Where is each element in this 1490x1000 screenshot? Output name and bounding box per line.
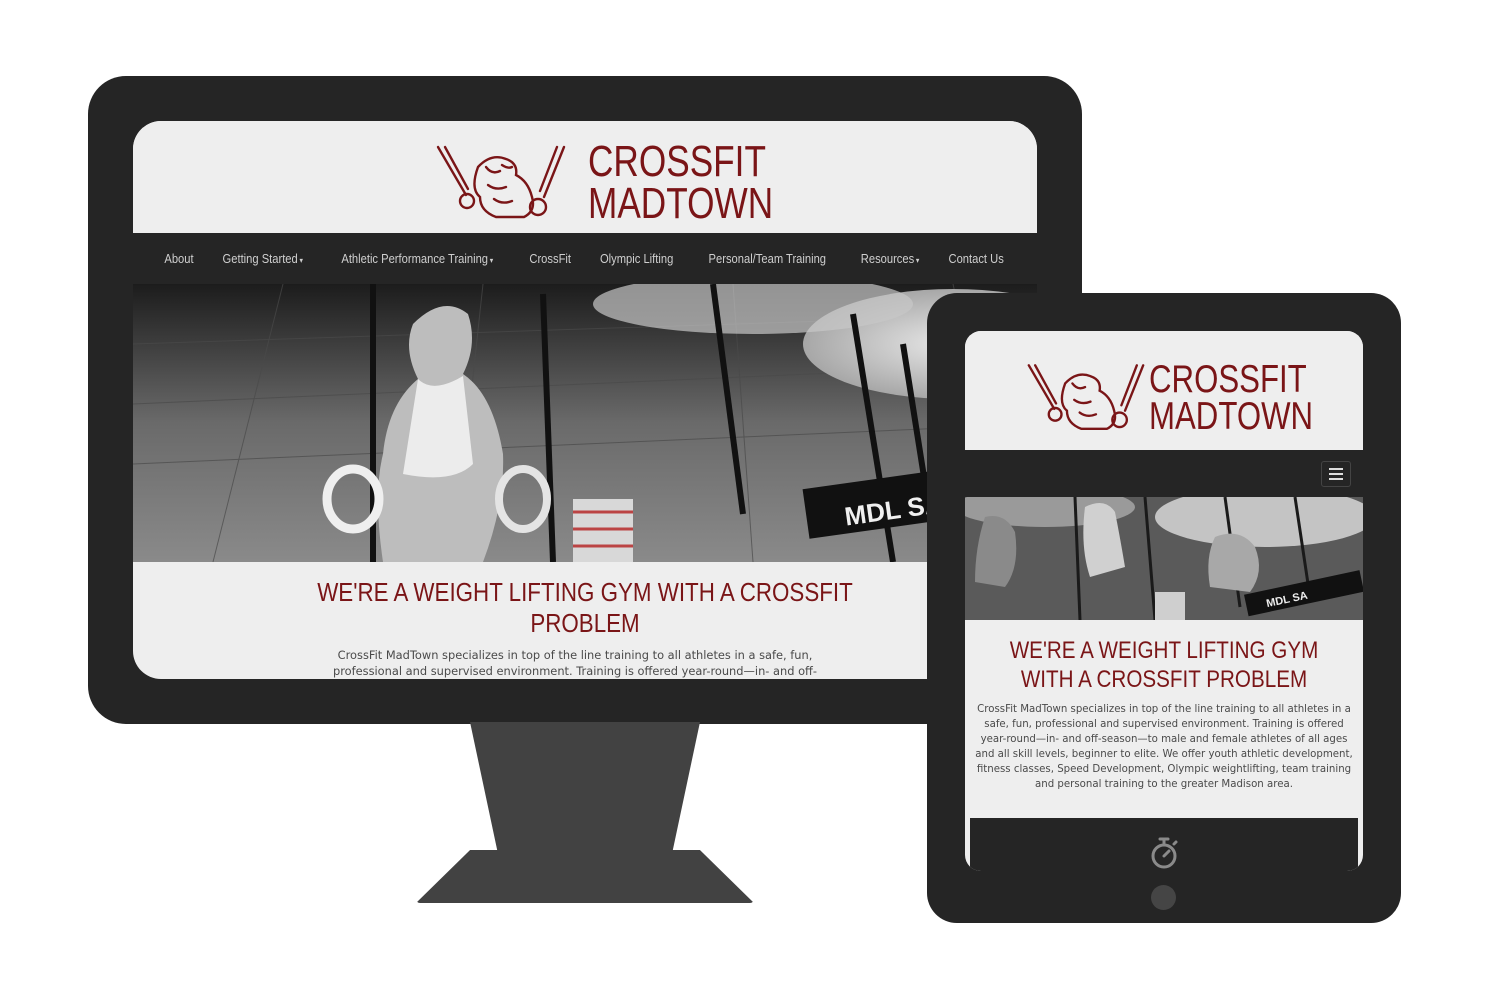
monitor-stand-base bbox=[416, 850, 754, 903]
caret-down-icon: ▾ bbox=[489, 256, 494, 265]
page-headline: WE'RE A WEIGHT LIFTING GYM WITH A CROSSF… bbox=[1009, 637, 1319, 693]
nav-personal-team-training[interactable]: Personal/Team Training bbox=[700, 251, 835, 266]
logo-wordmark: CROSSFIT MADTOWN bbox=[588, 137, 774, 228]
stopwatch-icon bbox=[1151, 837, 1178, 869]
nav-olympic-lifting[interactable]: Olympic Lifting bbox=[591, 251, 682, 266]
nav-contact-us[interactable]: Contact Us bbox=[940, 251, 1013, 266]
intro-section: WE'RE A WEIGHT LIFTING GYM WITH A CROSSF… bbox=[965, 620, 1363, 792]
logo-wordmark: CROSSFIT MADTOWN bbox=[1149, 357, 1314, 438]
caret-down-icon: ▾ bbox=[915, 256, 920, 265]
main-navbar bbox=[965, 450, 1363, 497]
site-header: CROSSFIT MADTOWN bbox=[133, 121, 1037, 233]
gym-mascot-icon bbox=[1027, 364, 1145, 431]
hero-photo-athlete-on-rings: MDL SA bbox=[133, 284, 1037, 562]
site-logo[interactable]: CROSSFIT MADTOWN bbox=[436, 137, 819, 228]
tablet-screen: CROSSFIT MADTOWN MDL SA WE'RE A WEIGHT L… bbox=[965, 331, 1363, 871]
nav-resources[interactable]: Resources ▾ bbox=[852, 251, 928, 266]
desktop-screen: CROSSFIT MADTOWN About Getting Started ▾ … bbox=[133, 121, 1037, 679]
nav-about[interactable]: About bbox=[155, 251, 201, 266]
site-header: CROSSFIT MADTOWN bbox=[965, 331, 1363, 450]
gym-mascot-icon bbox=[436, 145, 566, 218]
site-logo[interactable]: CROSSFIT MADTOWN bbox=[1027, 359, 1354, 437]
tablet-home-button bbox=[1151, 885, 1176, 910]
hero-photo-athletes-on-rings: MDL SA bbox=[965, 497, 1363, 620]
feature-section bbox=[970, 818, 1358, 871]
main-navbar: About Getting Started ▾ Athletic Performa… bbox=[133, 233, 1037, 284]
page-headline: WE'RE A WEIGHT LIFTING GYM WITH A CROSSF… bbox=[317, 577, 853, 638]
monitor-stand bbox=[470, 722, 700, 852]
intro-section: WE'RE A WEIGHT LIFTING GYM WITH A CROSSF… bbox=[133, 562, 1037, 679]
nav-athletic-performance-training[interactable]: Athletic Performance Training ▾ bbox=[333, 251, 502, 266]
nav-getting-started[interactable]: Getting Started ▾ bbox=[214, 251, 312, 266]
intro-paragraph: CrossFit MadTown specializes in top of t… bbox=[975, 704, 1353, 790]
intro-paragraph: CrossFit MadTown specializes in top of t… bbox=[333, 648, 817, 678]
nav-crossfit[interactable]: CrossFit bbox=[520, 251, 579, 266]
hero-image: MDL SA bbox=[965, 497, 1363, 620]
hero-image: MDL SA bbox=[133, 284, 1037, 562]
caret-down-icon: ▾ bbox=[299, 256, 303, 265]
hamburger-menu-icon[interactable] bbox=[1321, 461, 1351, 487]
